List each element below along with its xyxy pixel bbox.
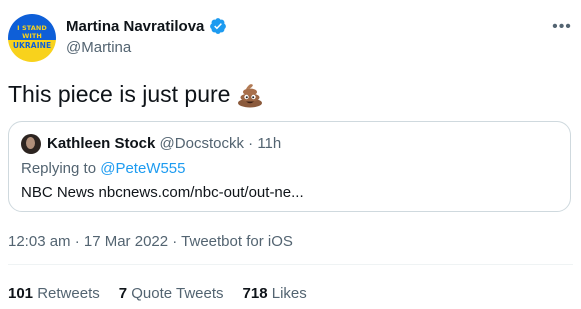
likes-stat[interactable]: 718 Likes xyxy=(243,285,307,302)
quoted-tweet[interactable]: Kathleen Stock @Docstockk · 11h Replying… xyxy=(8,121,571,212)
avatar-text-line-2: WITH xyxy=(22,32,42,40)
quoted-time: 11h xyxy=(257,135,282,152)
engagement-stats: 101 Retweets 7 Quote Tweets 718 Likes xyxy=(8,285,307,302)
quote-tweets-stat[interactable]: 7 Quote Tweets xyxy=(119,285,224,302)
quoted-replying-to: Replying to @PeteW555 xyxy=(21,160,186,177)
retweets-label: Retweets xyxy=(37,285,100,302)
likes-label: Likes xyxy=(271,285,307,302)
quoted-separator: · xyxy=(248,135,254,152)
likes-count: 718 xyxy=(242,285,268,302)
avatar-text: I STAND WITH UKRAINE xyxy=(8,14,56,62)
tweet-timestamp[interactable]: 12:03 am · 17 Mar 2022 · Tweetbot for iO… xyxy=(8,233,293,250)
avatar-text-line-3: UKRAINE xyxy=(12,41,52,50)
retweets-stat[interactable]: 101 Retweets xyxy=(8,285,100,302)
avatar-text-line-1: I STAND xyxy=(17,24,47,32)
retweets-count: 101 xyxy=(8,285,34,302)
author-name[interactable]: Martina Navratilova xyxy=(66,18,204,35)
quoted-author-avatar[interactable] xyxy=(21,134,41,154)
replying-to-label: Replying to xyxy=(21,160,97,177)
poo-emoji xyxy=(238,84,263,108)
author-avatar[interactable]: I STAND WITH UKRAINE xyxy=(8,14,56,62)
more-options-icon[interactable]: ••• xyxy=(552,17,572,37)
replying-to-mention[interactable]: @PeteW555 xyxy=(100,160,185,177)
divider xyxy=(8,264,573,265)
quoted-tweet-header: Kathleen Stock @Docstockk · 11h xyxy=(47,135,281,152)
verified-badge-icon xyxy=(210,18,227,34)
quote-tweets-count: 7 xyxy=(118,285,128,302)
tweet-text: This piece is just pure xyxy=(8,80,264,108)
quote-tweets-label: Quote Tweets xyxy=(131,285,224,302)
author-handle[interactable]: @Martina xyxy=(66,39,131,56)
quoted-author-handle[interactable]: @Docstockk xyxy=(160,135,244,152)
tweet-body: This piece is just pure xyxy=(8,80,231,107)
author-name-row[interactable]: Martina Navratilova xyxy=(66,17,227,35)
quoted-tweet-body: NBC News nbcnews.com/nbc-out/out-ne... xyxy=(21,184,304,201)
quoted-author-name[interactable]: Kathleen Stock xyxy=(47,135,155,152)
